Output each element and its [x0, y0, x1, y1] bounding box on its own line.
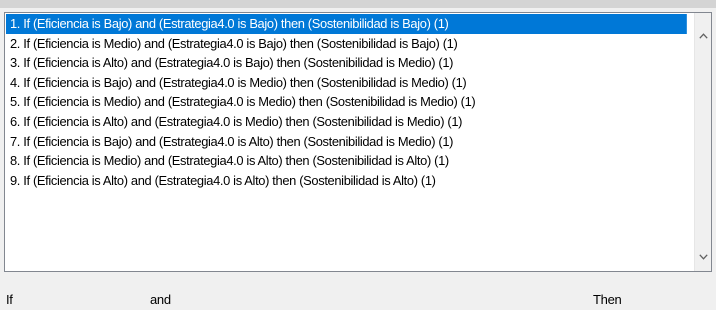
rule-item[interactable]: 6. If (Eficiencia is Alto) and (Estrateg… [6, 112, 687, 132]
scroll-down-button[interactable] [695, 248, 711, 265]
rule-item[interactable]: 8. If (Eficiencia is Medio) and (Estrate… [6, 151, 687, 171]
rule-item[interactable]: 3. If (Eficiencia is Alto) and (Estrateg… [6, 53, 687, 73]
then-label: Then [593, 292, 622, 307]
chevron-up-icon [699, 32, 708, 39]
rule-item[interactable]: 5. If (Eficiencia is Medio) and (Estrate… [6, 92, 687, 112]
rule-item[interactable]: 9. If (Eficiencia is Alto) and (Estrateg… [6, 171, 687, 191]
vertical-scrollbar[interactable] [694, 13, 711, 271]
window-top-band [0, 0, 716, 8]
rule-editor-footer: If and Then [0, 284, 716, 310]
rules-listbox[interactable]: 1. If (Eficiencia is Bajo) and (Estrateg… [4, 12, 712, 272]
if-label: If [6, 292, 13, 307]
rules-list: 1. If (Eficiencia is Bajo) and (Estrateg… [6, 14, 693, 190]
rule-item[interactable]: 1. If (Eficiencia is Bajo) and (Estrateg… [6, 14, 687, 34]
rule-item[interactable]: 4. If (Eficiencia is Bajo) and (Estrateg… [6, 73, 687, 93]
chevron-down-icon [699, 253, 708, 260]
scroll-up-button[interactable] [695, 27, 711, 44]
rule-item[interactable]: 2. If (Eficiencia is Medio) and (Estrate… [6, 34, 687, 54]
and-label: and [150, 292, 171, 307]
rule-item[interactable]: 7. If (Eficiencia is Bajo) and (Estrateg… [6, 132, 687, 152]
